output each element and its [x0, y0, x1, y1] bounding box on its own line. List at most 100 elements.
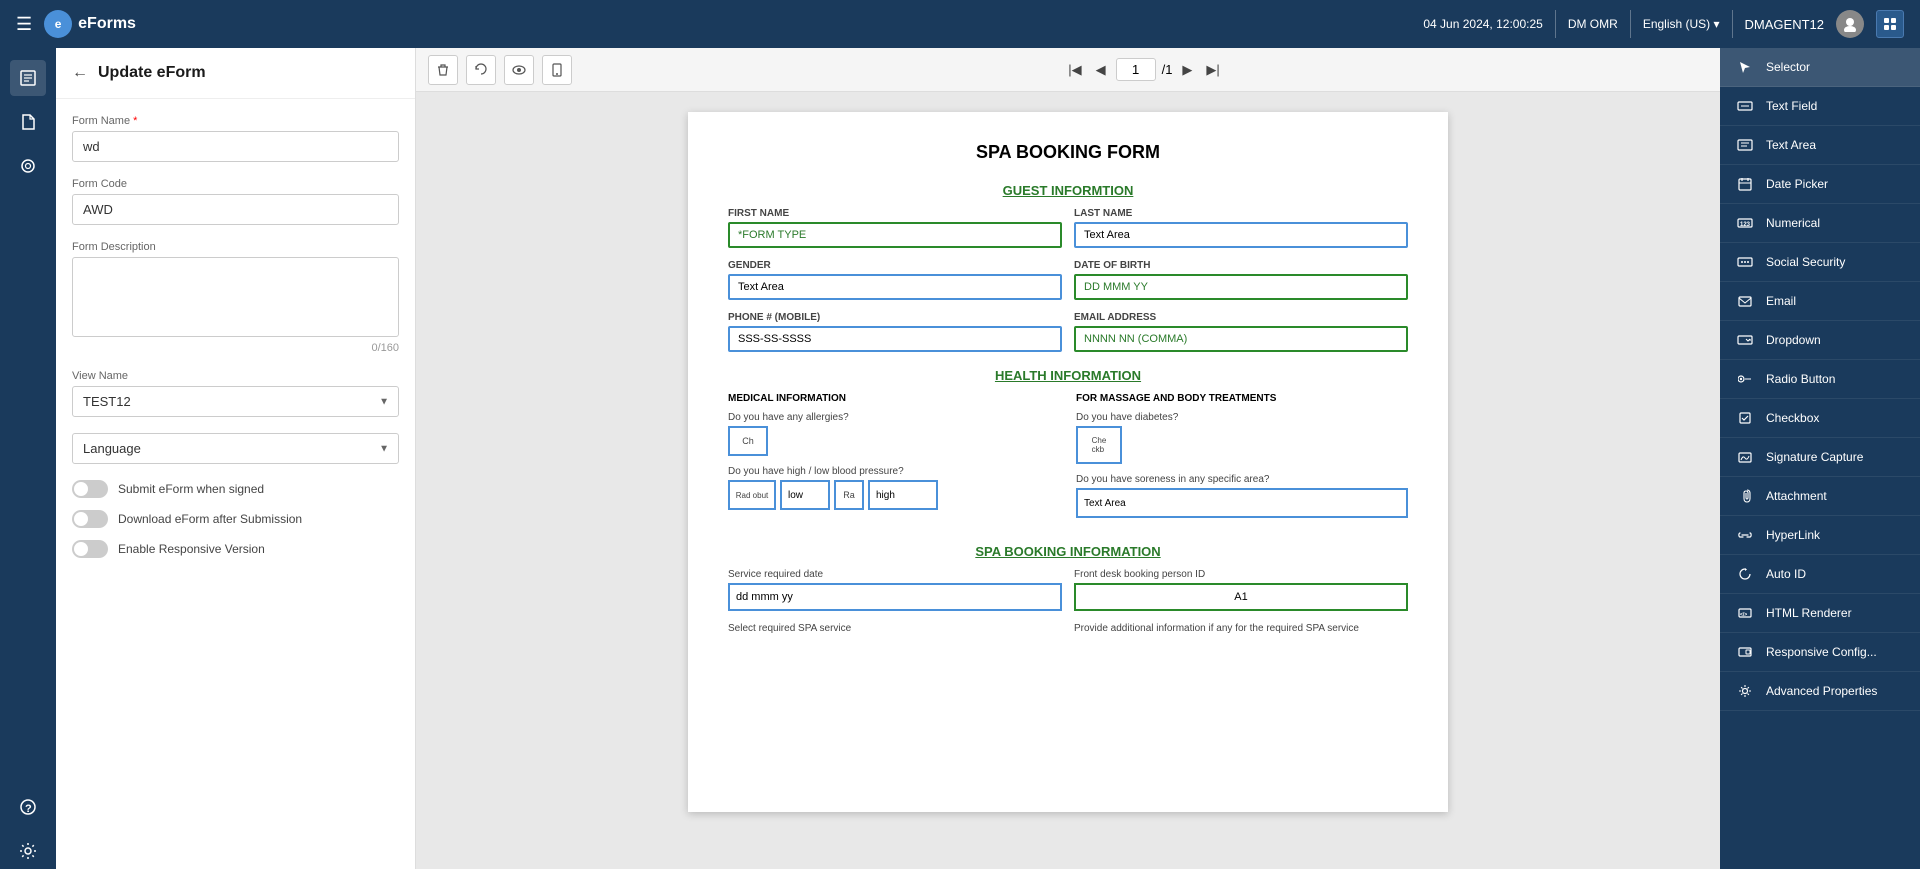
language-selector[interactable]: English (US) ▾ — [1643, 17, 1720, 31]
sidebar-item-advanced-properties[interactable]: Advanced Properties — [1720, 672, 1920, 711]
sidebar-item-html-renderer[interactable]: </> HTML Renderer — [1720, 594, 1920, 633]
hamburger-menu[interactable]: ☰ — [16, 14, 32, 35]
allergy-label: Do you have any allergies? — [728, 412, 1060, 423]
pressure-radio1[interactable]: Rad obut — [728, 480, 776, 510]
dropdown-label: Dropdown — [1766, 333, 1821, 347]
sidebar-item-attachment[interactable]: Attachment — [1720, 477, 1920, 516]
panel-body: Form Name * Form Code Form Description 0… — [56, 99, 415, 586]
top-navigation: ☰ e eForms 04 Jun 2024, 12:00:25 DM OMR … — [0, 0, 1920, 48]
sidebar-item-radio-button[interactable]: Radio Button — [1720, 360, 1920, 399]
required-marker: * — [133, 115, 137, 127]
advanced-properties-label: Advanced Properties — [1766, 684, 1877, 698]
pressure-radio2[interactable]: Ra — [834, 480, 864, 510]
sidebar-item-document[interactable] — [10, 104, 46, 140]
form-code-group: Form Code — [72, 178, 399, 225]
preview-button[interactable] — [504, 55, 534, 85]
sidebar-item-responsive-config[interactable]: Responsive Config... — [1720, 633, 1920, 672]
form-code-input[interactable] — [72, 194, 399, 225]
allergy-row: Do you have any allergies? Ch — [728, 412, 1060, 456]
hyperlink-icon — [1734, 527, 1756, 543]
soreness-input[interactable]: Text Area — [1076, 488, 1408, 518]
form-desc-textarea[interactable] — [72, 257, 399, 337]
booking-section-header: SPA BOOKING INFORMATION — [728, 544, 1408, 559]
health-right: FOR MASSAGE AND BODY TREATMENTS Do you h… — [1076, 393, 1408, 528]
user-avatar[interactable] — [1836, 10, 1864, 38]
sig-icon — [1734, 449, 1756, 465]
sidebar-item-dropdown[interactable]: Dropdown — [1720, 321, 1920, 360]
page-input[interactable] — [1116, 58, 1156, 81]
mobile-button[interactable] — [542, 55, 572, 85]
delete-button[interactable] — [428, 55, 458, 85]
health-left: MEDICAL INFORMATION Do you have any alle… — [728, 393, 1060, 528]
download-toggle[interactable] — [72, 510, 108, 528]
back-button[interactable]: ← — [72, 64, 88, 82]
sidebar-item-text-area[interactable]: Text Area — [1720, 126, 1920, 165]
checkbox-label: Checkbox — [1766, 411, 1819, 425]
sidebar-item-checkbox[interactable]: Checkbox — [1720, 399, 1920, 438]
sidebar-item-help[interactable]: ? — [10, 789, 46, 825]
view-name-select[interactable]: TEST12 — [72, 386, 399, 417]
front-desk-field: Front desk booking person ID A1 — [1074, 569, 1408, 611]
language-select[interactable]: Language — [72, 433, 399, 464]
guest-section-header: GUEST INFORMTION — [728, 183, 1408, 198]
form-name-input[interactable] — [72, 131, 399, 162]
first-name-label: FIRST NAME — [728, 208, 1062, 219]
last-name-input[interactable] — [1074, 222, 1408, 248]
sidebar-item-signature[interactable]: Signature Capture — [1720, 438, 1920, 477]
email-input[interactable] — [1074, 326, 1408, 352]
sidebar-item-email[interactable]: Email — [1720, 282, 1920, 321]
sidebar-item-auto-id[interactable]: Auto ID — [1720, 555, 1920, 594]
cursor-icon — [1734, 59, 1756, 75]
social-security-label: Social Security — [1766, 255, 1845, 269]
last-name-label: LAST NAME — [1074, 208, 1408, 219]
first-page-btn[interactable]: |◀ — [1064, 60, 1085, 80]
first-name-field: FIRST NAME — [728, 208, 1062, 248]
responsive-toggle[interactable] — [72, 540, 108, 558]
submit-toggle[interactable] — [72, 480, 108, 498]
prev-page-btn[interactable]: ◀ — [1092, 60, 1110, 80]
next-page-btn[interactable]: ▶ — [1178, 60, 1196, 80]
phone-input[interactable] — [728, 326, 1062, 352]
pressure-low-input[interactable]: low — [780, 480, 830, 510]
sidebar-item-plugins[interactable] — [10, 148, 46, 184]
front-desk-input[interactable]: A1 — [1074, 583, 1408, 611]
language-group: Language — [72, 433, 399, 464]
signature-label: Signature Capture — [1766, 450, 1863, 464]
sidebar-item-date-picker[interactable]: Date Picker — [1720, 165, 1920, 204]
svg-text:</>: </> — [1740, 612, 1747, 618]
date-picker-label: Date Picker — [1766, 177, 1828, 191]
diabetes-checkbox[interactable]: Che ckb — [1076, 426, 1122, 464]
pagination: |◀ ◀ /1 ▶ ▶| — [1064, 58, 1224, 81]
ssn-icon — [1734, 254, 1756, 270]
panel-header: ← Update eForm — [56, 48, 415, 99]
sidebar-item-text-field[interactable]: Text Field — [1720, 87, 1920, 126]
sidebar-item-hyperlink[interactable]: HyperLink — [1720, 516, 1920, 555]
numerical-icon: 123 — [1734, 215, 1756, 231]
last-page-btn[interactable]: ▶| — [1202, 60, 1223, 80]
allergy-checkbox[interactable]: Ch — [728, 426, 768, 456]
app-switcher[interactable] — [1876, 10, 1904, 38]
sidebar-item-forms[interactable] — [10, 60, 46, 96]
sidebar-item-settings[interactable] — [10, 833, 46, 869]
first-name-input[interactable] — [728, 222, 1062, 248]
pressure-high-input[interactable]: high — [868, 480, 938, 510]
additional-label: Provide additional information if any fo… — [1074, 623, 1408, 634]
sidebar-item-selector[interactable]: Selector — [1720, 48, 1920, 87]
resp-icon — [1734, 644, 1756, 660]
gender-input[interactable] — [728, 274, 1062, 300]
update-eform-panel: ← Update eForm Form Name * Form Code For… — [56, 48, 416, 869]
service-date-input[interactable]: dd mmm yy — [728, 583, 1062, 611]
sidebar-item-numerical[interactable]: 123 Numerical — [1720, 204, 1920, 243]
form-desc-group: Form Description 0/160 — [72, 241, 399, 354]
sidebar-item-social-security[interactable]: Social Security — [1720, 243, 1920, 282]
form-title: SPA BOOKING FORM — [728, 142, 1408, 163]
check-icon — [1734, 410, 1756, 426]
service-select-field: Select required SPA service — [728, 623, 1062, 637]
app-logo: e eForms — [44, 10, 136, 38]
dob-input[interactable] — [1074, 274, 1408, 300]
hyperlink-label: HyperLink — [1766, 528, 1820, 542]
submit-toggle-row: Submit eForm when signed — [72, 480, 399, 498]
service-select-label: Select required SPA service — [728, 623, 1062, 634]
undo-button[interactable] — [466, 55, 496, 85]
adv-icon — [1734, 683, 1756, 699]
